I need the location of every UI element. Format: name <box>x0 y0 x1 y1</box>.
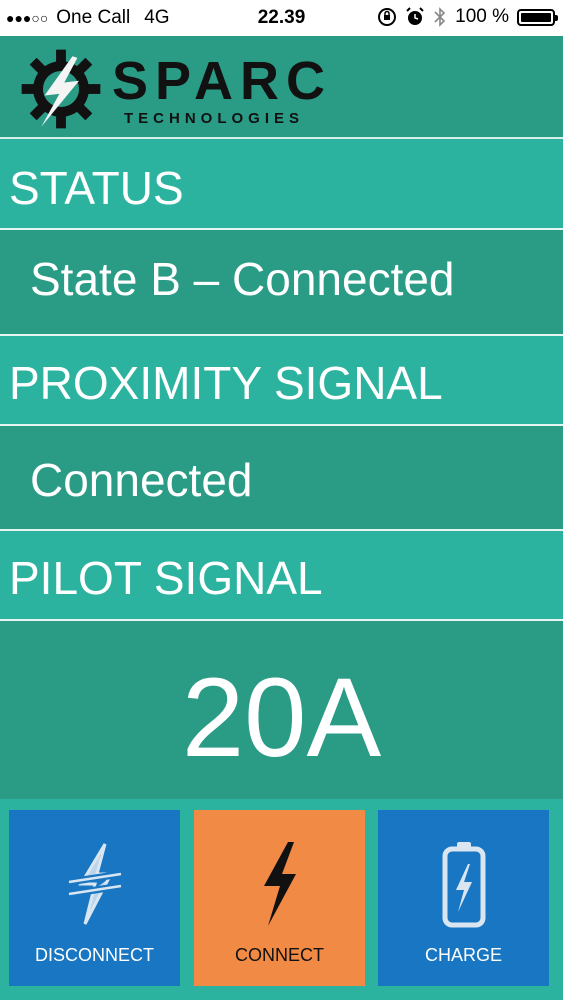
status-label-row: STATUS <box>0 139 563 230</box>
action-bar: DISCONNECT CONNECT CHARGE <box>0 799 563 1000</box>
connect-button[interactable]: CONNECT <box>194 810 365 986</box>
status-value-row: State B – Connected <box>0 230 563 336</box>
rotation-lock-icon <box>378 8 397 26</box>
battery-charging-icon <box>442 842 485 928</box>
status-bar-right: 100 % <box>377 6 558 28</box>
brand-name: SPARC <box>112 51 333 111</box>
app-header: SPARC TECHNOLOGIES <box>0 36 563 139</box>
brand-wordmark: SPARC TECHNOLOGIES <box>112 54 332 127</box>
charge-button[interactable]: CHARGE <box>378 810 549 986</box>
pilot-signal-value: 20A <box>181 655 382 780</box>
battery-percentage: 100 % <box>455 6 509 27</box>
status-value: State B – Connected <box>30 253 455 305</box>
sparc-gear-logo-icon <box>21 49 101 129</box>
brand-subtitle: TECHNOLOGIES <box>124 110 305 127</box>
bluetooth-icon <box>434 7 446 27</box>
pilot-label-row: PILOT SIGNAL <box>0 531 563 621</box>
charge-button-label: CHARGE <box>424 945 502 965</box>
pilot-signal-label: PILOT SIGNAL <box>9 552 323 604</box>
battery-icon <box>517 8 558 26</box>
alarm-icon <box>406 7 424 25</box>
disconnect-button[interactable]: DISCONNECT <box>9 810 180 986</box>
pilot-value-row: 20A <box>0 621 563 799</box>
status-label: STATUS <box>9 162 184 214</box>
ios-status-bar: ●●●○○ One Call 4G 22.39 100 % <box>0 0 563 36</box>
proximity-value-row: Connected <box>0 426 563 531</box>
disconnect-bolt-icon <box>67 843 122 925</box>
proximity-signal-value: Connected <box>30 454 253 506</box>
proximity-signal-label: PROXIMITY SIGNAL <box>9 357 443 409</box>
connect-button-label: CONNECT <box>235 945 324 965</box>
proximity-label-row: PROXIMITY SIGNAL <box>0 336 563 426</box>
lightning-bolt-icon <box>263 842 296 926</box>
disconnect-button-label: DISCONNECT <box>34 945 154 965</box>
